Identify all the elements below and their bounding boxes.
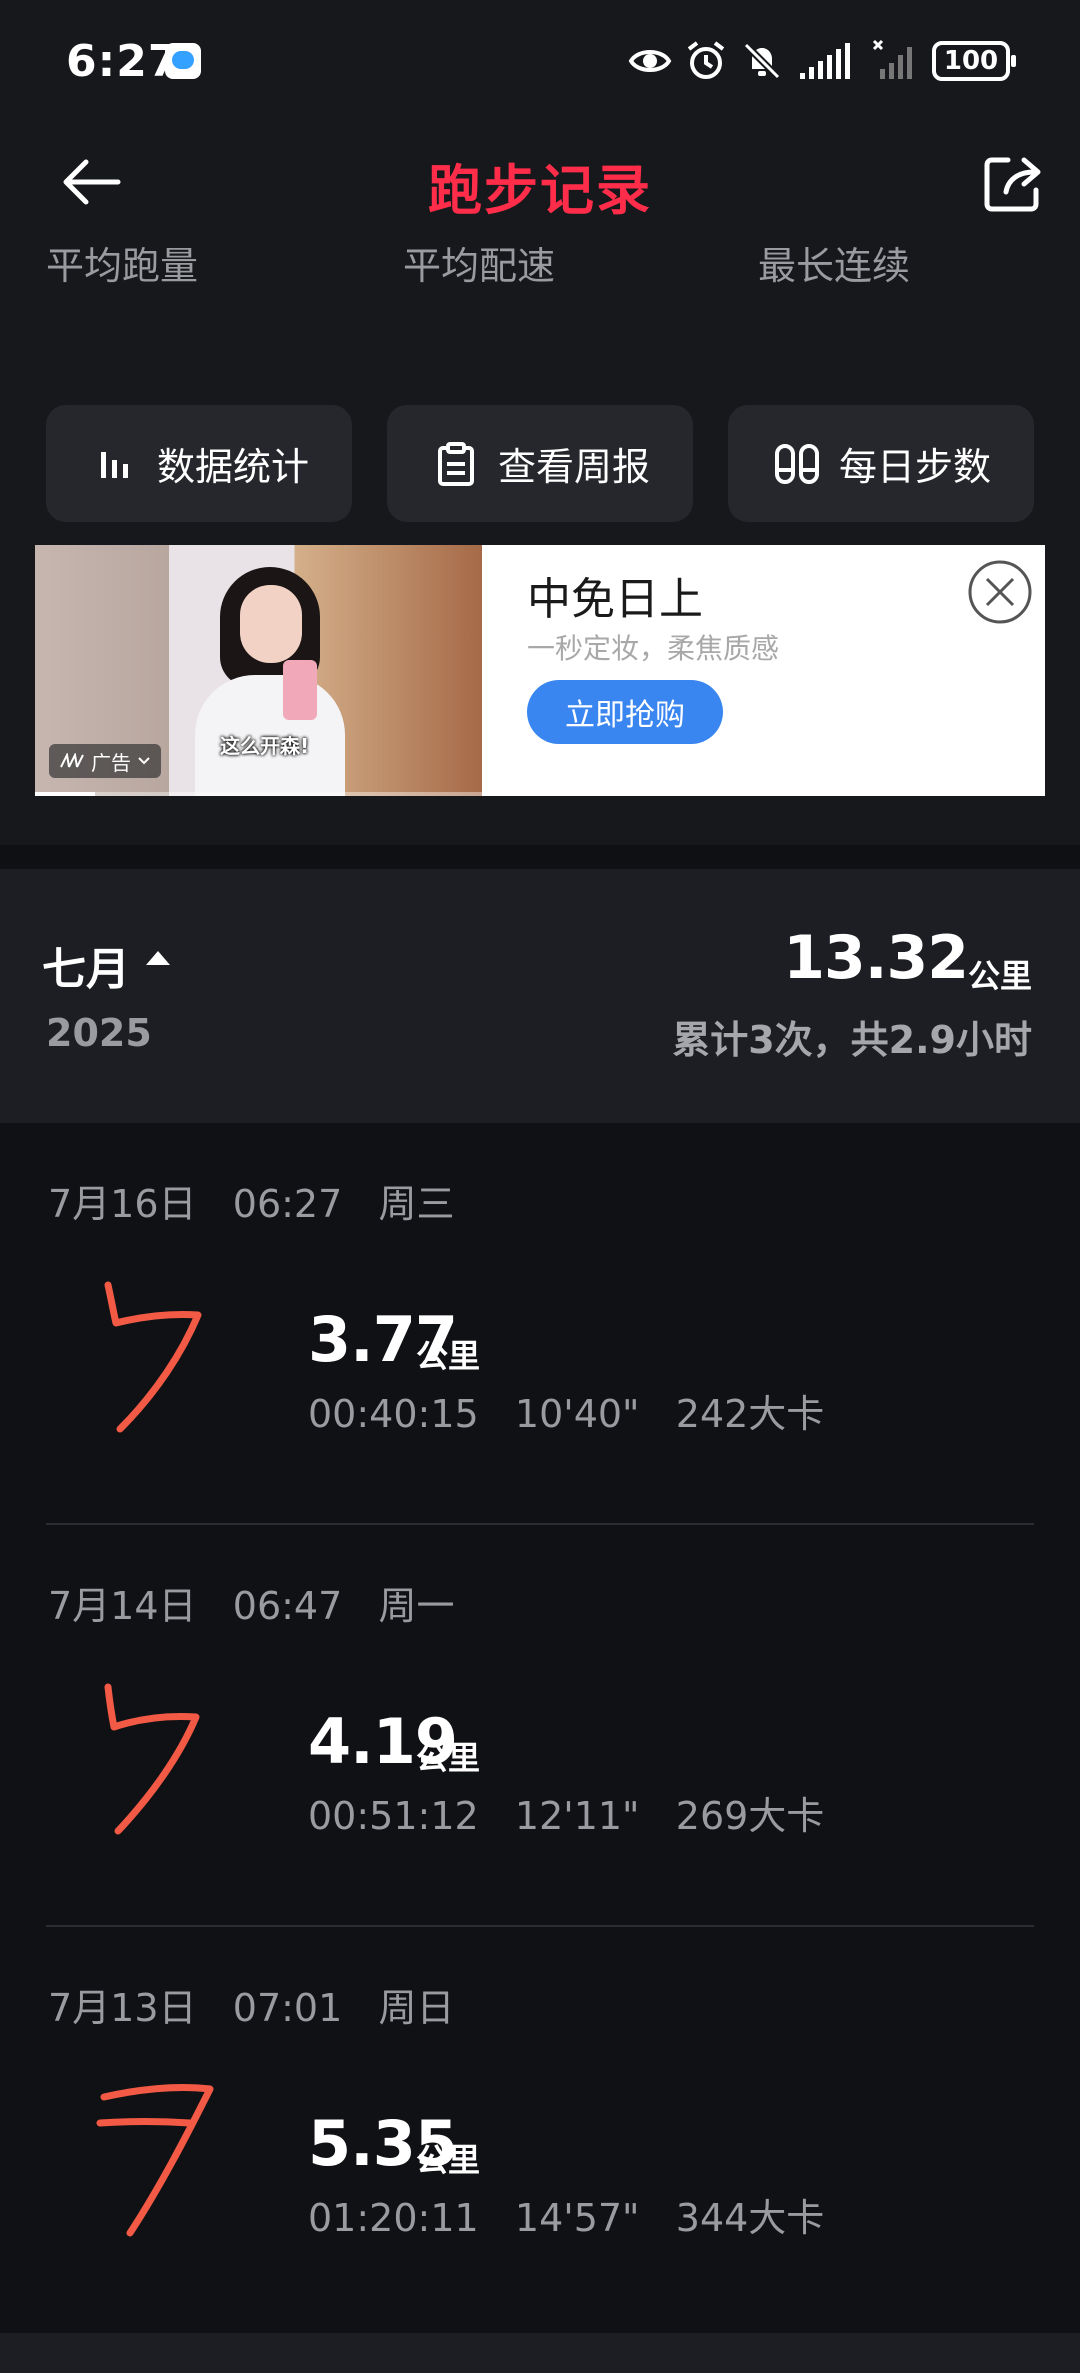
run-distance-unit: 公里 (416, 2141, 481, 2179)
longest-streak-label: 最长连续 (758, 244, 911, 288)
status-icons: 100 (628, 38, 1016, 84)
page-title: 跑步记录 (428, 159, 652, 222)
run-distance-unit: 公里 (416, 1337, 481, 1375)
chevron-down-icon (138, 757, 150, 765)
handwritten-seven-mark (104, 1281, 202, 1433)
daily-steps-button[interactable]: 每日步数 (728, 405, 1034, 522)
run-date: 7月13日 07:01 周日 (48, 1986, 455, 2030)
ad-image[interactable]: 这么开森! 广告 (35, 545, 482, 796)
handwritten-seven-mark (96, 2083, 214, 2237)
weekly-report-label: 查看周报 (497, 445, 650, 489)
data-stats-label: 数据统计 (156, 445, 309, 489)
avg-pace-label: 平均配速 (403, 244, 556, 288)
share-icon[interactable] (978, 146, 1050, 218)
close-icon[interactable] (967, 559, 1033, 625)
month-total-description: 累计3次，共2.9小时 (672, 1018, 1032, 1062)
handwritten-seven-mark (104, 1683, 200, 1835)
run-distance-unit: 公里 (416, 1739, 481, 1777)
weekly-report-button[interactable]: 查看周报 (387, 405, 693, 522)
quick-actions: 数据统计 查看周报 每日步数 (0, 385, 1080, 545)
run-record[interactable]: 7月16日 06:27 周三 3.77 公里 00:40:15 10'40" 2… (0, 1123, 1080, 1525)
eye-icon (628, 50, 672, 72)
caret-up-icon[interactable] (146, 951, 170, 965)
ad-cta-button[interactable]: 立即抢购 (527, 680, 723, 744)
run-date: 7月16日 06:27 周三 (48, 1182, 455, 1226)
ad-video-progress (35, 792, 482, 796)
run-stats: 01:20:11 14'57" 344大卡 (308, 2196, 825, 2240)
run-record[interactable]: 7月14日 06:47 周一 4.19 公里 00:51:12 12'11" 2… (0, 1525, 1080, 1927)
status-bar: 6:27 100 (0, 0, 1080, 120)
avg-distance-label: 平均跑量 (46, 244, 199, 288)
data-stats-button[interactable]: 数据统计 (46, 405, 352, 522)
notification-app-icon (165, 43, 201, 79)
year-label: 2025 (46, 1011, 152, 1055)
month-selector[interactable]: 七月 (42, 933, 130, 997)
ad-badge-label: 广告 (91, 750, 131, 775)
alarm-icon (687, 41, 725, 79)
month-summary: 七月 2025 13.32 公里 累计3次，共2.9小时 (0, 869, 1080, 1123)
run-record[interactable]: 7月13日 07:01 周日 5.35 公里 01:20:11 14'57" 3… (0, 1927, 1080, 2329)
ad-section: 这么开森! 广告 中免日上 一秒定妆，柔焦质感 立即抢购 (0, 545, 1080, 845)
bar-chart-icon (100, 451, 128, 478)
ad-badge[interactable]: 广告 (49, 744, 161, 778)
footprints-icon (774, 443, 819, 484)
ad-subtitle: 一秒定妆，柔焦质感 (527, 632, 780, 665)
ad-logo-icon (60, 753, 84, 768)
status-time: 6:27 (66, 36, 180, 87)
ad-title: 中免日上 (527, 574, 703, 625)
ad-caption: 这么开森! (220, 734, 310, 758)
app-header: 跑步记录 (0, 120, 1080, 235)
run-date: 7月14日 06:47 周一 (48, 1584, 455, 1628)
section-divider (0, 845, 1080, 869)
ad-banner[interactable]: 这么开森! 广告 中免日上 一秒定妆，柔焦质感 立即抢购 (35, 545, 1045, 796)
month-total-distance: 13.32 (783, 923, 969, 993)
summary-stats: 平均跑量 平均配速 最长连续 (0, 235, 1080, 385)
run-stats: 00:40:15 10'40" 242大卡 (308, 1392, 825, 1436)
signal-icon (800, 43, 850, 79)
clipboard-icon (437, 441, 474, 486)
battery-indicator: 100 (932, 41, 1016, 81)
month-total-unit: 公里 (967, 957, 1032, 995)
signal-off-icon (872, 39, 912, 79)
run-records-list: 7月16日 06:27 周三 3.77 公里 00:40:15 10'40" 2… (0, 1123, 1080, 2333)
daily-steps-label: 每日步数 (838, 445, 991, 489)
bottom-panel (0, 2333, 1080, 2373)
run-stats: 00:51:12 12'11" 269大卡 (308, 1794, 825, 1838)
mute-bell-icon (743, 42, 781, 80)
